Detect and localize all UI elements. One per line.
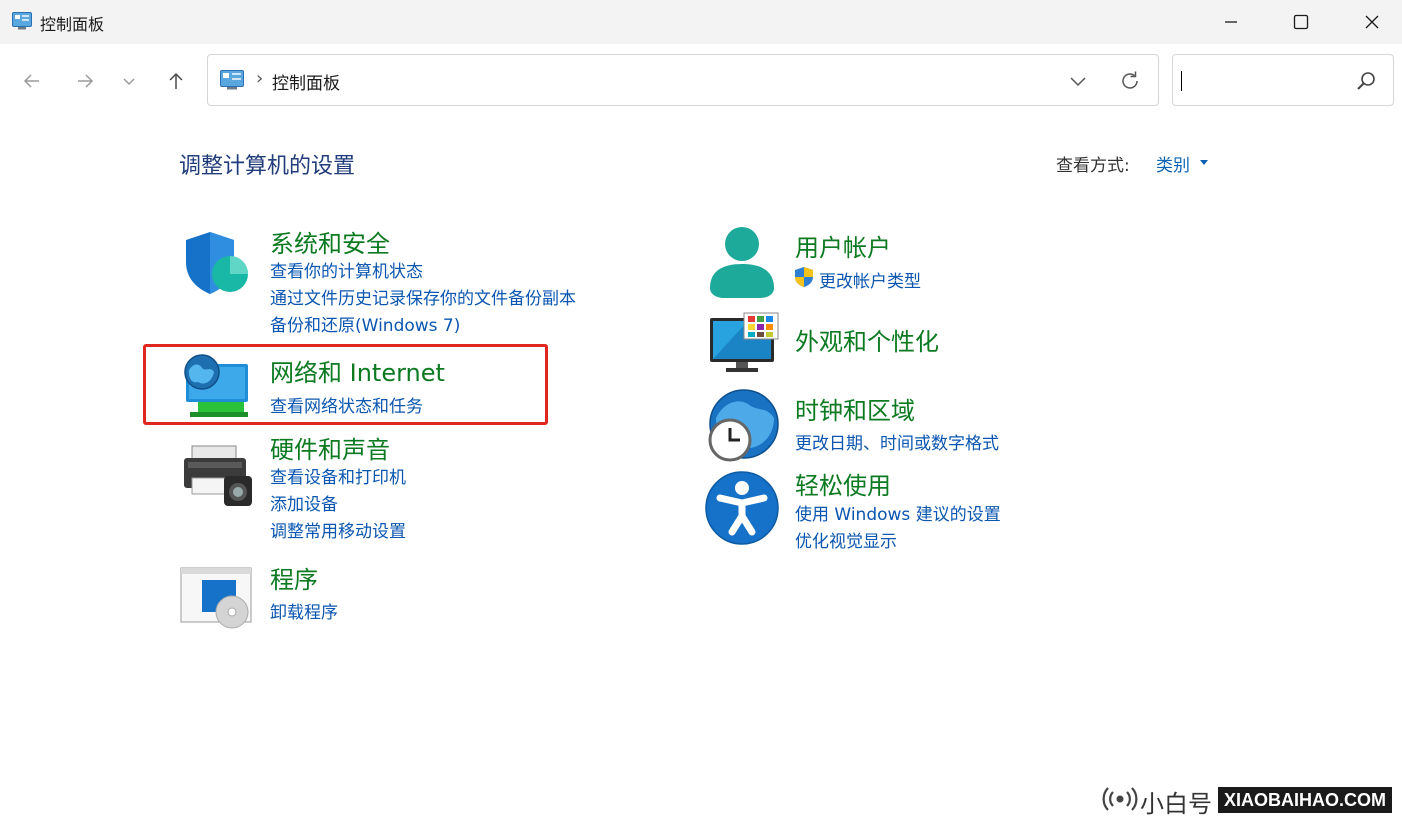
chevron-down-icon [123, 78, 135, 86]
close-icon [1365, 15, 1379, 29]
highlight-box [143, 344, 548, 425]
breadcrumb-separator: › [256, 68, 264, 89]
link-file-history-backup[interactable]: 通过文件历史记录保存你的文件备份副本 [270, 284, 576, 309]
address-bar[interactable]: › 控制面板 [207, 54, 1159, 106]
link-optimize-visual-display[interactable]: 优化视觉显示 [795, 527, 897, 552]
view-by-dropdown[interactable]: 类别 [1156, 151, 1190, 176]
title-bar: 控制面板 [0, 0, 1402, 44]
page-title: 调整计算机的设置 [179, 154, 356, 179]
maximize-button[interactable] [1266, 0, 1336, 44]
shield-icon[interactable] [180, 228, 254, 298]
clock-globe-icon[interactable] [704, 388, 780, 462]
text-caret [1181, 71, 1182, 91]
view-by-label: 查看方式: [1056, 156, 1130, 176]
uac-shield-icon [795, 267, 813, 287]
minimize-icon [1225, 21, 1237, 23]
programs-icon[interactable] [180, 566, 254, 630]
category-title-programs[interactable]: 程序 [270, 560, 318, 595]
user-icon[interactable] [706, 226, 778, 300]
link-mobility-settings[interactable]: 调整常用移动设置 [270, 517, 406, 542]
chevron-down-icon[interactable] [1066, 69, 1090, 93]
footer-site: XIAOBAIHAO.COM [1218, 787, 1392, 813]
link-add-device[interactable]: 添加设备 [270, 490, 338, 515]
printer-icon[interactable] [182, 444, 254, 508]
forward-button[interactable] [70, 66, 100, 96]
control-panel-icon [220, 70, 244, 90]
caret-down-icon[interactable] [1200, 160, 1208, 165]
close-button[interactable] [1337, 0, 1402, 44]
arrow-right-icon [78, 74, 94, 88]
link-recommended-settings[interactable]: 使用 Windows 建议的设置 [795, 500, 1001, 525]
recent-locations-button[interactable] [114, 66, 144, 96]
monitor-icon[interactable] [708, 312, 780, 374]
search-input[interactable] [1172, 54, 1394, 106]
link-change-account-type[interactable]: 更改帐户类型 [819, 267, 921, 292]
arrow-left-icon [23, 74, 39, 88]
accessibility-icon[interactable] [704, 470, 780, 546]
link-uninstall-program[interactable]: 卸载程序 [270, 598, 338, 623]
link-view-devices-printers[interactable]: 查看设备和打印机 [270, 463, 406, 488]
link-change-date-time-format[interactable]: 更改日期、时间或数字格式 [795, 429, 999, 454]
control-panel-icon [12, 12, 32, 30]
back-button[interactable] [17, 66, 47, 96]
footer-brand: 小白号 [1140, 790, 1212, 818]
up-button[interactable] [161, 66, 191, 96]
category-title-ease-of-access[interactable]: 轻松使用 [795, 466, 891, 501]
link-backup-restore[interactable]: 备份和还原(Windows 7) [270, 311, 460, 336]
broadcast-icon [1102, 787, 1138, 811]
refresh-icon[interactable] [1118, 69, 1142, 93]
category-title-system-security[interactable]: 系统和安全 [270, 224, 390, 259]
window-title: 控制面板 [40, 15, 105, 34]
minimize-button[interactable] [1196, 0, 1266, 44]
category-title-appearance[interactable]: 外观和个性化 [795, 322, 939, 357]
category-title-user-accounts[interactable]: 用户帐户 [795, 228, 891, 263]
arrow-up-icon [169, 72, 183, 89]
link-view-computer-status[interactable]: 查看你的计算机状态 [270, 257, 423, 282]
category-title-hardware-sound[interactable]: 硬件和声音 [270, 430, 390, 465]
maximize-icon [1293, 14, 1309, 30]
breadcrumb-control-panel[interactable]: 控制面板 [272, 69, 340, 94]
category-title-clock-region[interactable]: 时钟和区域 [795, 391, 915, 426]
navigation-bar: › 控制面板 [0, 44, 1402, 116]
search-icon[interactable] [1355, 70, 1377, 92]
